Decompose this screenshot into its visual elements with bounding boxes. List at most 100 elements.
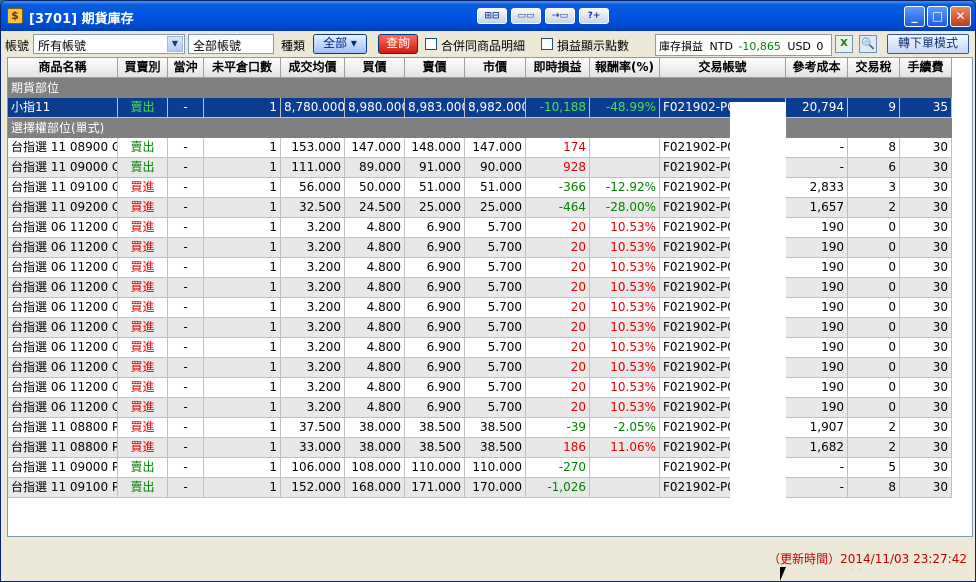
cell-product-name: 台指選 11 09000 C	[8, 158, 118, 178]
cell-bid: 4.800	[345, 218, 405, 238]
cell-pnl: 20	[526, 358, 590, 378]
cell-tax: 0	[848, 398, 900, 418]
table-row[interactable]: 台指選 11 09100 C 買進 -1 56.000 50.000 51.000 51.0…	[8, 178, 952, 198]
table-row[interactable]: 台指選 06 11200 C 買進 -1 3.200 4.800 6.900 5.700 20…	[8, 398, 952, 418]
cell-avg-price: 152.000	[281, 478, 345, 498]
help-tool-button[interactable]: ?+	[579, 8, 609, 24]
column-header-fee[interactable]: 手續費	[900, 58, 952, 78]
column-header-product-name[interactable]: 商品名稱	[8, 58, 118, 78]
table-row[interactable]: 台指選 06 11200 C 買進 -1 3.200 4.800 6.900 5.700 20…	[8, 258, 952, 278]
table-header: 商品名稱 買賣別 當沖 未平倉口數 成交均價 買價 賣價 市價 即時損益 報酬率(%) 交易帳號 參考…	[8, 58, 952, 78]
table-row[interactable]: 台指選 06 11200 C 買進 -1 3.200 4.800 6.900 5.700 20…	[8, 218, 952, 238]
cell-return-rate: 10.53%	[590, 278, 660, 298]
table-row[interactable]: 台指選 11 09200 C 買進 -1 32.500 24.500 25.000 25.0…	[8, 198, 952, 218]
cell-fee: 30	[900, 478, 952, 498]
type-label: 種類	[281, 39, 306, 53]
cell-daytrade: -	[168, 438, 204, 458]
maximize-button[interactable]: □	[927, 6, 948, 27]
cell-market-price: 5.700	[465, 398, 526, 418]
query-button[interactable]: 查詢	[378, 34, 418, 54]
table-row[interactable]: 台指選 11 09100 P 賣出 -1 152.000 168.000 171.000 1…	[8, 478, 952, 498]
close-button[interactable]: ✕	[950, 6, 971, 27]
merge-checkbox[interactable]	[425, 38, 437, 50]
cell-side: 賣出	[118, 458, 168, 478]
cell-return-rate: 10.53%	[590, 378, 660, 398]
cell-pnl: -270	[526, 458, 590, 478]
window-tool-button[interactable]: ▭▭	[511, 8, 541, 24]
table-row[interactable]: 台指選 11 09000 P 賣出 -1 106.000 108.000 110.000 1…	[8, 458, 952, 478]
column-header-side[interactable]: 買賣別	[118, 58, 168, 78]
cell-fee: 30	[900, 178, 952, 198]
cell-avg-price: 3.200	[281, 258, 345, 278]
cell-return-rate	[590, 458, 660, 478]
column-header-avg-price[interactable]: 成交均價	[281, 58, 345, 78]
table-row[interactable]: 台指選 11 08800 P 買進 -1 37.500 38.000 38.500 38.5…	[8, 418, 952, 438]
table-row[interactable]: 台指選 06 11200 C 買進 -1 3.200 4.800 6.900 5.700 20…	[8, 338, 952, 358]
cell-open-qty: 1	[204, 338, 281, 358]
column-header-daytrade[interactable]: 當沖	[168, 58, 204, 78]
cell-return-rate: 10.53%	[590, 218, 660, 238]
table-row[interactable]: 台指選 06 11200 C 買進 -1 3.200 4.800 6.900 5.700 20…	[8, 358, 952, 378]
cell-open-qty: 1	[204, 278, 281, 298]
cell-ask: 51.000	[405, 178, 465, 198]
inventory-table: 商品名稱 買賣別 當沖 未平倉口數 成交均價 買價 賣價 市價 即時損益 報酬率(%) 交易帳號 參考…	[7, 57, 973, 537]
type-filter-button[interactable]: 全部 ▾	[313, 34, 367, 54]
cell-avg-price: 3.200	[281, 318, 345, 338]
table-row[interactable]: 台指選 11 09000 C 賣出 -1 111.000 89.000 91.000 90.…	[8, 158, 952, 178]
cell-product-name: 台指選 11 09000 P	[8, 458, 118, 478]
ntd-value: -10,865	[738, 40, 781, 53]
cell-product-name: 台指選 06 11200 C	[8, 378, 118, 398]
column-header-tax[interactable]: 交易稅	[848, 58, 900, 78]
cell-bid: 89.000	[345, 158, 405, 178]
points-checkbox[interactable]	[541, 38, 553, 50]
title-bar[interactable]: $ [3701] 期貨庫存 ⊞⊟ ▭▭ ⇢▭ ?+ _ □ ✕	[1, 1, 975, 31]
column-header-account[interactable]: 交易帳號	[660, 58, 786, 78]
table-row[interactable]: 台指選 11 08900 C 賣出 -1 153.000 147.000 148.000 1…	[8, 138, 952, 158]
cell-side: 賣出	[118, 98, 168, 118]
account-name-field[interactable]: 全部帳號	[188, 34, 274, 54]
cell-pnl: 186	[526, 438, 590, 458]
cell-fee: 30	[900, 258, 952, 278]
cell-fee: 30	[900, 358, 952, 378]
table-row[interactable]: 小指11 賣出 -1 8,780.000 8,980.000 8,983.000 8,982…	[8, 98, 952, 118]
column-header-bid[interactable]: 買價	[345, 58, 405, 78]
cell-daytrade: -	[168, 458, 204, 478]
redacted-account-mask	[730, 102, 786, 498]
cell-ask: 38.500	[405, 418, 465, 438]
table-row[interactable]: 台指選 06 11200 C 買進 -1 3.200 4.800 6.900 5.700 20…	[8, 298, 952, 318]
table-row[interactable]: 台指選 06 11200 C 買進 -1 3.200 4.800 6.900 5.700 20…	[8, 238, 952, 258]
table-row[interactable]: 台指選 11 08800 P 買進 -1 33.000 38.000 38.500 38.5…	[8, 438, 952, 458]
column-header-return-rate[interactable]: 報酬率(%)	[590, 58, 660, 78]
table-row[interactable]: 台指選 06 11200 C 買進 -1 3.200 4.800 6.900 5.700 20…	[8, 278, 952, 298]
column-header-open-qty[interactable]: 未平倉口數	[204, 58, 281, 78]
column-header-market-price[interactable]: 市價	[465, 58, 526, 78]
cell-side: 買進	[118, 398, 168, 418]
excel-export-icon[interactable]: X	[835, 35, 853, 53]
switch-order-mode-button[interactable]: 轉下單模式	[887, 34, 969, 54]
cell-tax: 0	[848, 258, 900, 278]
account-select[interactable]: 所有帳號 ▼	[33, 34, 185, 54]
chevron-down-icon[interactable]: ▼	[167, 36, 183, 52]
account-select-value: 所有帳號	[38, 39, 87, 53]
table-row[interactable]: 台指選 06 11200 C 買進 -1 3.200 4.800 6.900 5.700 20…	[8, 378, 952, 398]
cell-open-qty: 1	[204, 358, 281, 378]
cell-side: 買進	[118, 278, 168, 298]
layout-tool-button[interactable]: ⊞⊟	[477, 8, 507, 24]
column-header-ref-cost[interactable]: 參考成本	[786, 58, 848, 78]
cell-ref-cost: 190	[786, 378, 848, 398]
minimize-button[interactable]: _	[904, 6, 925, 27]
cell-ask: 148.000	[405, 138, 465, 158]
cell-tax: 0	[848, 278, 900, 298]
cell-tax: 8	[848, 138, 900, 158]
cell-daytrade: -	[168, 198, 204, 218]
export-tool-button[interactable]: ⇢▭	[545, 8, 575, 24]
search-icon[interactable]: 🔍	[859, 35, 877, 53]
cell-product-name: 台指選 11 09100 P	[8, 478, 118, 498]
column-header-ask[interactable]: 賣價	[405, 58, 465, 78]
cell-pnl: -1,026	[526, 478, 590, 498]
table-row[interactable]: 台指選 06 11200 C 買進 -1 3.200 4.800 6.900 5.700 20…	[8, 318, 952, 338]
cell-side: 買進	[118, 418, 168, 438]
cell-ask: 171.000	[405, 478, 465, 498]
cell-ref-cost: 190	[786, 258, 848, 278]
column-header-pnl[interactable]: 即時損益	[526, 58, 590, 78]
